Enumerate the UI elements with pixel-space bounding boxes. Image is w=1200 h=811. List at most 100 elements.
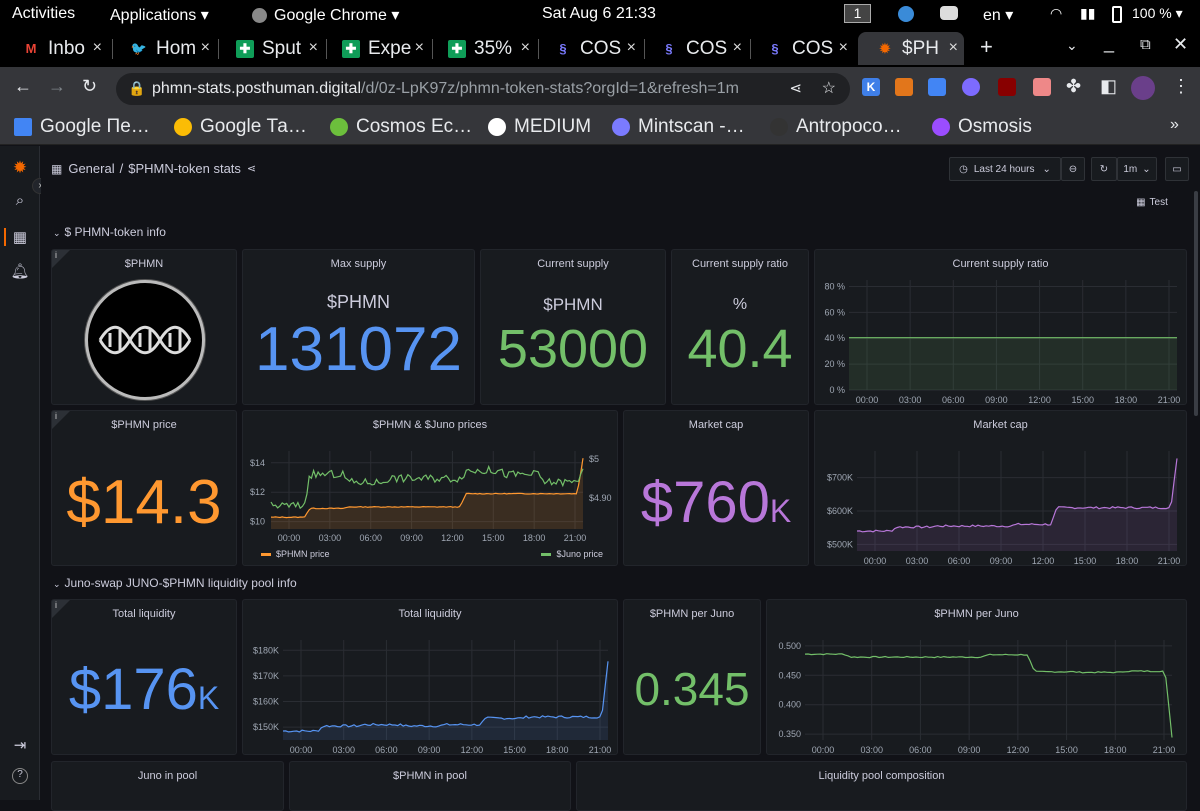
side-panel-icon[interactable]: ◧ [1100, 76, 1117, 97]
close-icon[interactable]: × [521, 39, 530, 57]
tab-gmail[interactable]: M Inbo × [4, 32, 108, 65]
language-switcher[interactable]: en ▾ [983, 5, 1013, 25]
bookmark-mintscan[interactable]: Mintscan -… [612, 116, 745, 138]
row-header-token-info[interactable]: ⌄ $ PHMN-token info [53, 225, 166, 239]
profile-avatar[interactable] [1131, 76, 1155, 100]
help-icon[interactable]: ? [12, 768, 28, 784]
tab-twitter[interactable]: 🐦 Hom × [112, 32, 216, 65]
tab-sheets-35[interactable]: ✚ 35% × [430, 32, 536, 65]
reload-icon[interactable]: ↻ [82, 76, 97, 97]
chrome-app-menu[interactable]: Google Chrome ▾ [252, 5, 399, 25]
close-icon[interactable]: × [839, 39, 848, 57]
applications-menu[interactable]: Applications ▾ [110, 5, 209, 25]
panel-total-liquidity[interactable]: i Total liquidity $176K [51, 599, 237, 755]
bookmark-google-1[interactable]: Google Пе… [14, 116, 150, 138]
clock[interactable]: Sat Aug 6 21:33 [542, 5, 656, 23]
keplr-extension-icon[interactable]: K [862, 78, 880, 96]
dashboards-icon[interactable]: ▦ [10, 228, 30, 248]
tab-cosmos-3[interactable]: § COS × [748, 32, 854, 65]
close-icon[interactable]: × [415, 39, 424, 57]
legend-item-phmn[interactable]: $PHMN price [261, 549, 330, 559]
tv-mode-icon[interactable]: ▭ [1165, 157, 1189, 181]
new-tab-button[interactable]: + [980, 34, 993, 60]
row-header-pool-info[interactable]: ⌄ Juno-swap JUNO-$PHMN liquidity pool inf… [53, 576, 297, 590]
tab-sheets-expe[interactable]: ✚ Expe × [324, 32, 430, 65]
time-range-picker[interactable]: ◷ Last 24 hours ⌄ [949, 157, 1061, 181]
address-bar[interactable]: 🔒 phmn-stats.posthuman.digital/d/0z-LpK9… [116, 73, 850, 105]
panel-pool-composition[interactable]: Liquidity pool composition [576, 761, 1187, 811]
breadcrumb-folder[interactable]: General [68, 161, 114, 176]
close-icon[interactable]: × [733, 39, 742, 57]
panel-total-liquidity-chart[interactable]: Total liquidity $150K $160K $170K $180K 00:0… [242, 599, 618, 755]
minimize-icon[interactable]: _ [1104, 33, 1114, 54]
bookmark-medium[interactable]: MEDIUM [488, 116, 591, 138]
restore-icon[interactable]: ⧉ [1140, 36, 1151, 53]
panel-current-supply[interactable]: Current supply $PHMN 53000 [480, 249, 666, 405]
bookmark-cosmos[interactable]: Cosmos Ec… [330, 116, 472, 138]
panel-phmn-per-juno[interactable]: $PHMN per Juno 0.345 [623, 599, 761, 755]
refresh-icon[interactable]: ↻ [1091, 157, 1117, 181]
share-icon[interactable]: ⋖ [247, 162, 256, 175]
discord-tray-icon[interactable] [940, 6, 958, 20]
grafana-logo-icon[interactable]: ✹ [10, 158, 30, 178]
extension-icon[interactable] [1033, 78, 1051, 96]
test-link-button[interactable]: ▦ Test [1131, 191, 1173, 213]
panel-market-cap[interactable]: Market cap $760K [623, 410, 809, 566]
close-icon[interactable]: × [627, 39, 636, 57]
extensions-puzzle-icon[interactable]: ✤ [1066, 76, 1081, 97]
forward-icon[interactable]: → [48, 76, 66, 97]
url-text[interactable]: phmn-stats.posthuman.digital/d/0z-LpK97z… [152, 80, 739, 98]
battery-percent[interactable]: 100 % ▾ [1132, 5, 1183, 22]
zoom-out-icon[interactable]: ⊖ [1061, 157, 1085, 181]
google-icon [174, 118, 192, 136]
bookmark-google-2[interactable]: Google Та… [174, 116, 307, 138]
search-icon[interactable]: ⌕ [10, 192, 30, 212]
refresh-interval-picker[interactable]: 1m ⌄ [1117, 157, 1157, 181]
tab-search-icon[interactable]: ⌄ [1066, 37, 1078, 54]
activities-button[interactable]: Activities [12, 5, 75, 23]
sign-in-icon[interactable]: ⇥ [10, 736, 30, 756]
panel-max-supply[interactable]: Max supply $PHMN 131072 [242, 249, 475, 405]
panel-phmn-logo[interactable]: i $PHMN [51, 249, 237, 405]
share-icon[interactable]: ⋖ [789, 79, 802, 97]
battery-icon[interactable] [1112, 6, 1122, 23]
panel-juno-in-pool[interactable]: Juno in pool [51, 761, 284, 811]
panel-phmn-price[interactable]: i $PHMN price $14.3 [51, 410, 237, 566]
translate-extension-icon[interactable] [928, 78, 946, 96]
chrome-menu-icon[interactable]: ⋮ [1172, 76, 1190, 97]
more-bookmarks-icon[interactable]: » [1170, 116, 1179, 134]
close-icon[interactable]: × [93, 39, 102, 57]
panel-phmn-in-pool[interactable]: $PHMN in pool [289, 761, 571, 811]
close-icon[interactable]: × [201, 39, 210, 57]
tab-sheets-sput[interactable]: ✚ Sput × [218, 32, 324, 65]
panel-phmn-per-juno-chart[interactable]: $PHMN per Juno 0.350 0.400 0.450 0.500 00:00… [766, 599, 1187, 755]
panel-market-cap-chart[interactable]: Market cap $500K $600K $700K 00:00 03:00 06:0… [814, 410, 1187, 566]
bookmark-osmosis[interactable]: Osmosis [932, 116, 1032, 138]
panel-prices-chart[interactable]: $PHMN & $Juno prices $10 $12 $14 $4.90 $5 00:… [242, 410, 618, 566]
panel-title: $PHMN [124, 258, 164, 270]
close-icon[interactable]: × [309, 39, 318, 57]
x-tick-label: 21:00 [1153, 745, 1176, 755]
legend-item-juno[interactable]: $Juno price [541, 549, 603, 559]
bookmark-github[interactable]: Antropoco… [770, 116, 902, 138]
tab-cosmos-2[interactable]: § COS × [642, 32, 748, 65]
panel-supply-ratio-chart[interactable]: Current supply ratio 0 % 20 % 40 % 60 % 80 %… [814, 249, 1187, 405]
ublock-extension-icon[interactable] [998, 78, 1016, 96]
workspace-indicator[interactable]: 1 [844, 4, 871, 23]
tab-grafana-active[interactable]: ✹ $PH × [858, 32, 964, 65]
extension-icon[interactable] [962, 78, 980, 96]
volume-icon[interactable]: ▮▮ [1080, 5, 1095, 22]
wifi-icon[interactable]: ◠ [1050, 5, 1062, 22]
alerting-bell-icon[interactable]: 🔔︎ [10, 262, 30, 282]
dashboard-title[interactable]: $PHMN-token stats [128, 161, 241, 176]
close-icon[interactable]: × [949, 39, 958, 57]
telegram-tray-icon[interactable] [898, 6, 914, 22]
metamask-extension-icon[interactable] [895, 78, 913, 96]
tab-cosmos-1[interactable]: § COS × [536, 32, 642, 65]
scrollbar[interactable] [1194, 191, 1198, 416]
panel-supply-ratio[interactable]: Current supply ratio % 40.4 [671, 249, 809, 405]
panel-title: Max supply [330, 258, 387, 270]
bookmark-star-icon[interactable]: ☆ [822, 78, 836, 98]
window-close-icon[interactable]: ✕ [1173, 34, 1188, 55]
back-icon[interactable]: ← [14, 76, 32, 97]
